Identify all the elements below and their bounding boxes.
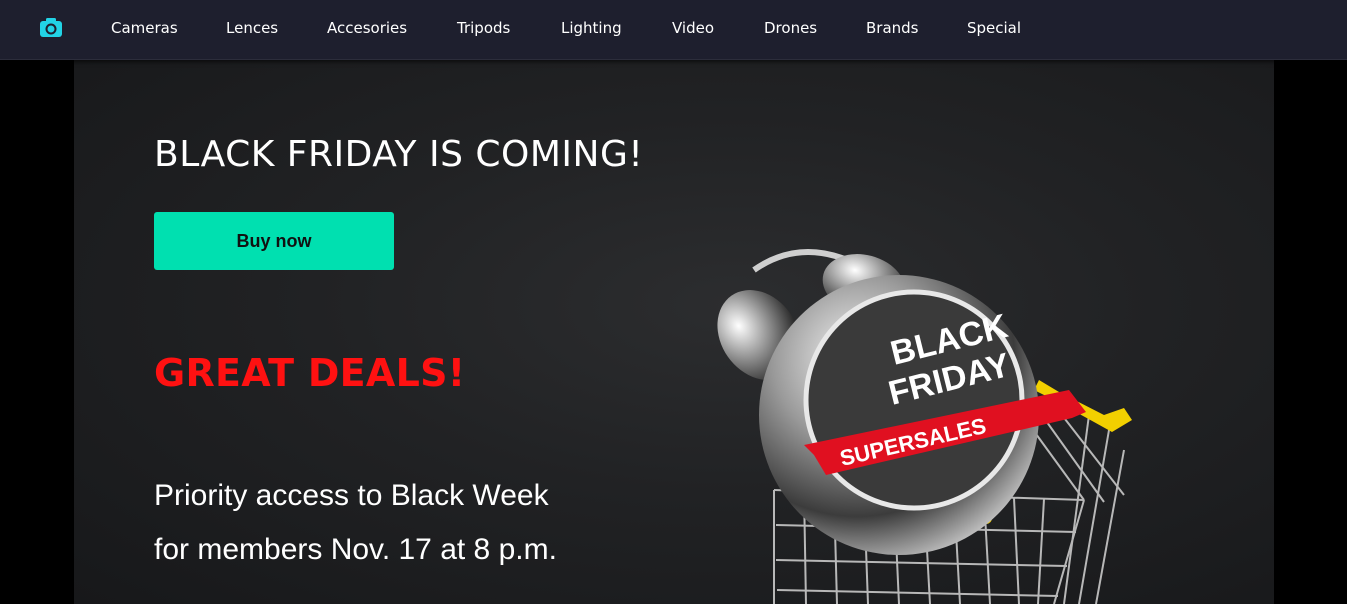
buy-now-button[interactable]: Buy now bbox=[154, 212, 394, 270]
great-deals-heading: GREAT DEALS! bbox=[154, 351, 466, 395]
top-navbar: Cameras Lences Accesories Tripods Lighti… bbox=[0, 0, 1347, 60]
nav-item-special[interactable]: Special bbox=[967, 18, 1021, 38]
hero-banner: BLACK FRIDAY IS COMING! Buy now GREAT DE… bbox=[74, 60, 1274, 604]
nav-item-accesories[interactable]: Accesories bbox=[327, 18, 407, 38]
nav-item-tripods[interactable]: Tripods bbox=[457, 18, 510, 38]
nav-item-video[interactable]: Video bbox=[672, 18, 714, 38]
priority-text-line-1: Priority access to Black Week bbox=[154, 479, 549, 512]
hero-title: BLACK FRIDAY IS COMING! bbox=[154, 134, 644, 175]
nav-item-drones[interactable]: Drones bbox=[764, 18, 817, 38]
nav-item-brands[interactable]: Brands bbox=[866, 18, 919, 38]
nav-item-cameras[interactable]: Cameras bbox=[111, 18, 178, 38]
camera-icon[interactable] bbox=[38, 16, 64, 38]
priority-text-line-2: for members Nov. 17 at 8 p.m. bbox=[154, 533, 557, 566]
nav-item-lences[interactable]: Lences bbox=[226, 18, 278, 38]
promo-image-clock-cart: BLACK FRIDAY SUPERSALES bbox=[717, 249, 1132, 604]
nav-item-lighting[interactable]: Lighting bbox=[561, 18, 622, 38]
